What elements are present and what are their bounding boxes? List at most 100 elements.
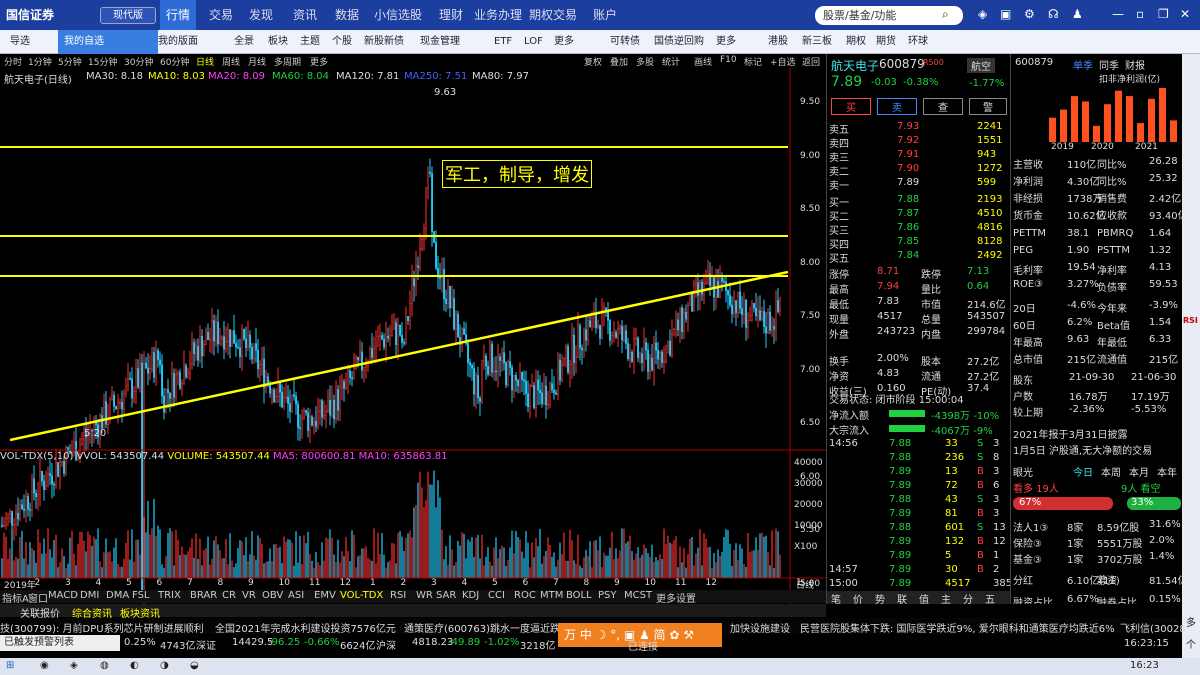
indicator-tab[interactable]: 指标A xyxy=(2,590,29,605)
tool-back[interactable]: 返回 xyxy=(802,55,820,68)
indicator-tab[interactable]: MTM xyxy=(540,590,563,601)
tool-30min[interactable]: 30分钟 xyxy=(124,55,153,68)
info-tab-quarter[interactable]: 单季 xyxy=(1073,57,1093,72)
indicator-tab[interactable]: MACD xyxy=(48,590,78,601)
strip-more[interactable]: 多 xyxy=(1186,614,1196,629)
news-1[interactable]: 技(300799): 月前DPU系列芯片研制进展顺利 xyxy=(0,620,204,635)
tool-intraday[interactable]: 分时 xyxy=(4,55,22,68)
news-6[interactable]: 飞利信(30028 xyxy=(1120,620,1186,635)
menu-quotes[interactable]: 行情 xyxy=(160,0,196,30)
indicator-tab[interactable]: PSY xyxy=(598,590,617,601)
menu-options[interactable]: 期权交易 xyxy=(528,0,578,30)
tool-f10[interactable]: F10 xyxy=(720,55,737,65)
query-button[interactable]: 查 xyxy=(923,98,963,115)
indicator-tab[interactable]: EMV xyxy=(314,590,336,601)
search-icon[interactable]: ⌕ xyxy=(942,7,949,22)
tool-5min[interactable]: 5分钟 xyxy=(58,55,82,68)
subnav-more-2[interactable]: 更多 xyxy=(716,30,736,54)
menu-discover[interactable]: 发现 xyxy=(244,0,278,30)
news-4[interactable]: 加快设施建设 xyxy=(730,620,790,635)
news-5[interactable]: 民营医院股集体下跌: 国际医学跌近9%, 爱尔眼科和通策医疗均跌近6% xyxy=(800,620,1115,635)
view-tab[interactable]: 今日 xyxy=(1073,464,1093,479)
task-icon-1[interactable]: ◉ xyxy=(40,660,49,671)
task-icon-6[interactable]: ◒ xyxy=(190,660,199,671)
tool-multistock[interactable]: 多股 xyxy=(636,55,654,68)
subnav-repo[interactable]: 国债逆回购 xyxy=(654,30,704,54)
tool-1min[interactable]: 1分钟 xyxy=(28,55,52,68)
news-item[interactable]: 1月5日 沪股通,无大净额的交易 xyxy=(1013,442,1152,457)
indicator-tab[interactable]: MCST xyxy=(624,590,652,601)
indicator-tab[interactable]: VOL-TDX xyxy=(340,590,383,601)
minimize-icon[interactable]: — xyxy=(1112,7,1124,21)
lock-icon[interactable]: ▣ xyxy=(1000,7,1011,21)
subnav-lof[interactable]: LOF xyxy=(524,30,543,54)
indicator-tab[interactable]: 设置 xyxy=(676,590,696,605)
info-tab-report[interactable]: 财报 xyxy=(1125,57,1145,72)
tool-adjust[interactable]: 复权 xyxy=(584,55,602,68)
indicator-tab[interactable]: OBV xyxy=(262,590,283,601)
indicator-tab[interactable]: BRAR xyxy=(190,590,217,601)
indicator-tab[interactable]: FSL xyxy=(132,590,150,601)
tool-multi[interactable]: 多周期 xyxy=(274,55,301,68)
menu-trade[interactable]: 交易 xyxy=(204,0,238,30)
indicator-tab[interactable]: KDJ xyxy=(462,590,479,601)
alert-button[interactable]: 警 xyxy=(969,98,1007,115)
menu-news[interactable]: 资讯 xyxy=(288,0,322,30)
tool-daily[interactable]: 日线 xyxy=(196,55,214,68)
subnav-guide[interactable]: 导选 xyxy=(10,30,30,54)
news-item[interactable]: 2021年报于3月31日披露 xyxy=(1013,426,1128,441)
tool-15min[interactable]: 15分钟 xyxy=(88,55,117,68)
tool-overlay[interactable]: 叠加 xyxy=(610,55,628,68)
close-icon[interactable]: ✕ xyxy=(1180,7,1190,21)
tool-draw[interactable]: 画线 xyxy=(694,55,712,68)
indicator-tab[interactable]: ROC xyxy=(514,590,536,601)
view-tab[interactable]: 本年 xyxy=(1157,464,1177,479)
buy-button[interactable]: 买 xyxy=(831,98,871,115)
indicator-tab[interactable]: ASI xyxy=(288,590,304,601)
news-3[interactable]: 通策医疗(600763)跳水一度逼近跌停 xyxy=(404,620,570,635)
indicator-tab[interactable]: 窗口 xyxy=(28,590,48,605)
menu-account[interactable]: 账户 xyxy=(588,0,622,30)
restore-icon[interactable]: ▫ xyxy=(1136,7,1144,21)
tool-weekly[interactable]: 周线 xyxy=(222,55,240,68)
headset-icon[interactable]: ☊ xyxy=(1048,7,1059,21)
subnav-neeq[interactable]: 新三板 xyxy=(802,30,832,54)
indicator-tab[interactable]: 更多 xyxy=(656,590,676,605)
task-icon-3[interactable]: ◍ xyxy=(100,660,109,671)
tool-stats[interactable]: 统计 xyxy=(662,55,680,68)
sell-button[interactable]: 卖 xyxy=(877,98,917,115)
subnav-my-watchlist[interactable]: 我的自选 xyxy=(58,30,158,54)
task-icon-5[interactable]: ◑ xyxy=(160,660,169,671)
indicator-tab[interactable]: SAR xyxy=(436,590,456,601)
indicator-tab[interactable]: RSI xyxy=(390,590,406,601)
subnav-convertible[interactable]: 可转债 xyxy=(610,30,640,54)
tool-60min[interactable]: 60分钟 xyxy=(160,55,189,68)
start-icon[interactable]: ⊞ xyxy=(6,660,14,671)
view-tab[interactable]: 本周 xyxy=(1101,464,1121,479)
subnav-panorama[interactable]: 全景 xyxy=(234,30,254,54)
menu-business[interactable]: 业务办理 xyxy=(470,0,526,30)
nav-icon[interactable]: ◈ xyxy=(978,7,987,21)
indicator-tab[interactable]: CCI xyxy=(488,590,505,601)
subnav-options[interactable]: 期权 xyxy=(846,30,866,54)
search-input[interactable]: 股票/基金/功能 xyxy=(815,6,963,25)
subnav-my-layout[interactable]: 我的版面 xyxy=(158,30,198,54)
indicator-tab[interactable]: VR xyxy=(242,590,256,601)
subnav-futures[interactable]: 期货 xyxy=(876,30,896,54)
subnav-more-1[interactable]: 更多 xyxy=(554,30,574,54)
subnav-stock[interactable]: 个股 xyxy=(332,30,352,54)
view-tab[interactable]: 本月 xyxy=(1129,464,1149,479)
tool-add-watch[interactable]: +自选 xyxy=(770,55,796,68)
indicator-tab[interactable]: DMI xyxy=(80,590,99,601)
rsi-label[interactable]: RSI xyxy=(1183,316,1198,325)
shirt-icon[interactable]: ♟ xyxy=(1072,7,1083,21)
tool-mark[interactable]: 标记 xyxy=(744,55,762,68)
subnav-global[interactable]: 环球 xyxy=(908,30,928,54)
indicator-tab[interactable]: TRIX xyxy=(158,590,181,601)
version-select[interactable]: 现代版 xyxy=(100,7,156,24)
menu-wealth[interactable]: 理财 xyxy=(434,0,468,30)
subnav-theme[interactable]: 主题 xyxy=(300,30,320,54)
settings-icon[interactable]: ⚙ xyxy=(1024,7,1035,21)
task-icon-4[interactable]: ◐ xyxy=(130,660,139,671)
indicator-tab[interactable]: DMA xyxy=(106,590,129,601)
